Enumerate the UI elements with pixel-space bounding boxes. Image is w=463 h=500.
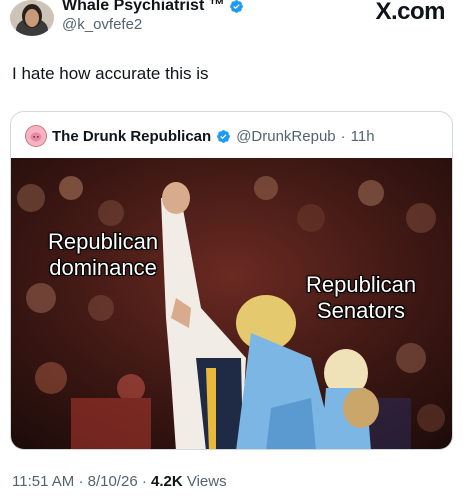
tweet-time[interactable]: 11:51 AM xyxy=(12,473,74,490)
quoted-author-avatar[interactable] xyxy=(25,125,47,147)
author-handle[interactable]: @k_ovfefe2 xyxy=(62,16,142,33)
tweet-date[interactable]: 8/10/26 xyxy=(88,473,138,490)
tweet-meta: 11:51 AM · 8/10/26 · 4.2K Views xyxy=(12,473,227,490)
quoted-author-name[interactable]: The Drunk Republican xyxy=(52,128,211,145)
author-avatar[interactable] xyxy=(10,0,54,36)
author-name[interactable]: Whale Psychiatrist ™ xyxy=(62,0,225,15)
tweet-text: I hate how accurate this is xyxy=(12,64,209,83)
meme-caption-right: Republican Senators xyxy=(306,272,417,323)
meme-caption-left: Republican dominance xyxy=(48,229,159,280)
separator-dot: · xyxy=(141,473,147,490)
views-count: 4.2K xyxy=(151,473,183,490)
views-label: Views xyxy=(186,473,227,490)
verified-badge-icon xyxy=(229,0,243,13)
quoted-timestamp[interactable]: 11h xyxy=(351,128,375,145)
quoted-tweet-header: The Drunk Republican @DrunkRepub · 11h xyxy=(25,125,375,147)
author-name-row[interactable]: Whale Psychiatrist ™ xyxy=(62,0,244,15)
separator-dot: · xyxy=(78,473,84,490)
verified-badge-icon xyxy=(217,129,231,143)
quoted-tweet-card[interactable]: The Drunk Republican @DrunkRepub · 11h R… xyxy=(10,111,453,450)
quoted-author-handle[interactable]: @DrunkRepub xyxy=(236,128,335,145)
meme-image[interactable]: Republican dominance Republican Senators xyxy=(11,158,452,449)
x-logo: X.com xyxy=(375,0,445,25)
separator-dot: · xyxy=(340,127,346,145)
